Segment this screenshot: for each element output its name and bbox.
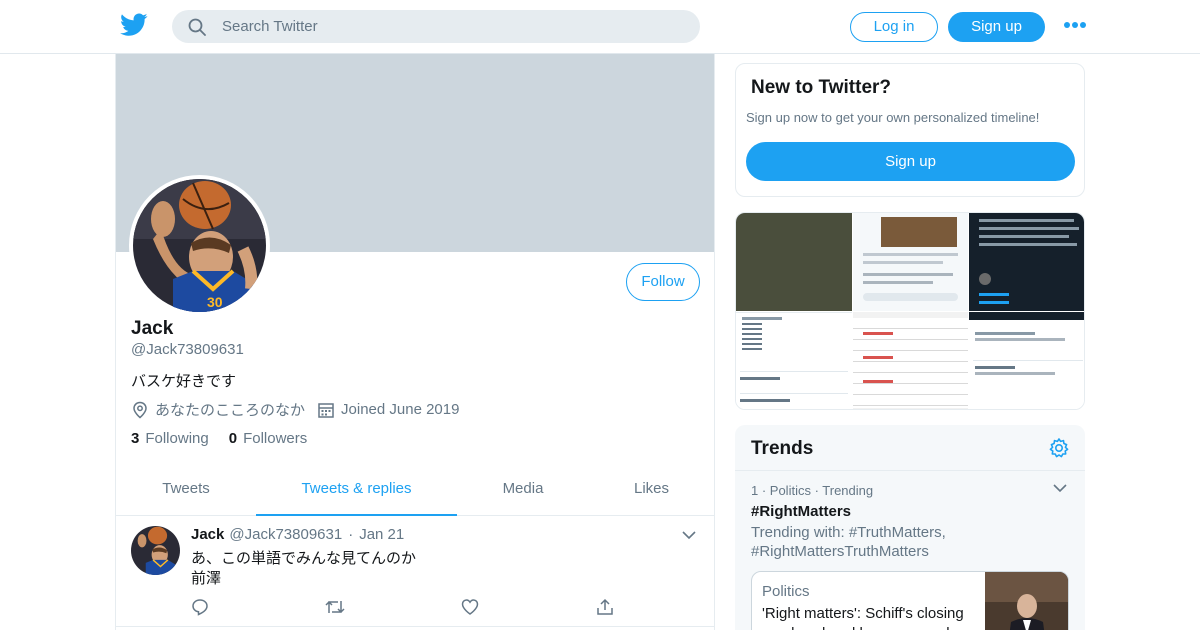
media-grid	[735, 212, 1085, 410]
sidebar-signup-button[interactable]: Sign up	[746, 142, 1075, 181]
gear-icon[interactable]	[1048, 437, 1070, 459]
tweet-avatar[interactable]	[131, 526, 180, 575]
profile-stats: 3 Following 0 Followers	[131, 430, 307, 447]
media-tile-4[interactable]	[736, 312, 852, 409]
profile-handle: @Jack73809631	[131, 341, 244, 358]
tweet-text: あ、この単語でみんな見てんのか 前澤	[191, 550, 417, 587]
news-headline: 'Right matters': Schiff's closing words …	[762, 605, 964, 630]
location-pin-icon	[133, 401, 147, 418]
followers-link[interactable]: 0 Followers	[229, 430, 308, 447]
trends-panel: Trends 1 · Politics · Trending #RightMat…	[735, 425, 1085, 630]
news-thumbnail	[985, 572, 1068, 630]
tab-media[interactable]: Media	[457, 465, 589, 515]
tab-tweets[interactable]: Tweets	[116, 465, 256, 515]
share-icon[interactable]	[596, 598, 614, 621]
profile-name: Jack	[131, 318, 174, 339]
signup-button[interactable]: Sign up	[948, 12, 1045, 42]
profile-meta: あなたのこころのなか Joined June 2019	[131, 399, 459, 420]
media-tile-1[interactable]	[736, 213, 852, 311]
chevron-down-icon[interactable]	[682, 530, 696, 540]
calendar-icon	[318, 402, 334, 418]
trend-news-card[interactable]: Politics 'Right matters': Schiff's closi…	[751, 571, 1069, 630]
profile-joined-date: Joined June 2019	[341, 401, 460, 418]
tab-likes[interactable]: Likes	[589, 465, 714, 515]
new-to-twitter-title: New to Twitter?	[751, 77, 892, 98]
trend-meta: 1 · Politics · Trending	[751, 483, 874, 498]
search-input[interactable]	[222, 10, 682, 43]
trends-header: Trends	[735, 425, 1085, 471]
more-options-icon[interactable]	[1064, 22, 1088, 30]
trend-related: Trending with: #TruthMatters, #RightMatt…	[751, 524, 946, 560]
search-bar[interactable]	[172, 10, 700, 43]
avatar-photo: 30	[133, 179, 266, 312]
tweet-item[interactable]: Jack @Jack73809631 · Jan 21 あ、この単語でみんな見て…	[116, 516, 714, 630]
profile-avatar[interactable]: 30	[129, 175, 270, 316]
profile-tabs: Tweets Tweets & replies Media Likes	[116, 465, 714, 516]
twitter-bird-icon[interactable]	[120, 13, 148, 37]
news-category: Politics	[762, 583, 810, 600]
media-tile-3[interactable]	[969, 213, 1084, 311]
svg-text:30: 30	[207, 294, 223, 310]
profile-column: 30 Follow Jack @Jack73809631 バスケ好きです あなた…	[115, 54, 715, 630]
media-tile-5[interactable]	[853, 312, 968, 409]
top-navigation-bar: Log in Sign up	[0, 0, 1200, 54]
tweet-header: Jack @Jack73809631 · Jan 21	[191, 526, 405, 543]
reply-icon[interactable]	[191, 598, 209, 621]
trend-hashtag[interactable]: #RightMatters	[751, 503, 851, 520]
follow-button[interactable]: Follow	[626, 263, 700, 301]
tweet-divider	[116, 626, 714, 627]
chevron-down-icon[interactable]	[1053, 483, 1067, 493]
tweet-date[interactable]: Jan 21	[359, 526, 404, 543]
like-heart-icon[interactable]	[461, 598, 479, 621]
search-icon	[188, 18, 206, 36]
new-to-twitter-subtitle: Sign up now to get your own personalized…	[746, 110, 1040, 125]
trends-title: Trends	[751, 438, 814, 459]
tweet-actions	[191, 598, 641, 620]
tweet-author-name[interactable]: Jack	[191, 526, 224, 543]
media-tile-6[interactable]	[969, 312, 1084, 409]
tab-tweets-and-replies[interactable]: Tweets & replies	[256, 465, 457, 516]
retweet-icon[interactable]	[325, 598, 345, 621]
tweet-author-handle[interactable]: @Jack73809631	[229, 526, 342, 543]
profile-location: あなたのこころのなか	[155, 402, 306, 419]
login-button[interactable]: Log in	[850, 12, 938, 42]
media-tile-2[interactable]	[853, 213, 968, 311]
profile-bio: バスケ好きです	[131, 373, 237, 390]
following-link[interactable]: 3 Following	[131, 430, 209, 447]
new-to-twitter-card: New to Twitter? Sign up now to get your …	[735, 63, 1085, 197]
